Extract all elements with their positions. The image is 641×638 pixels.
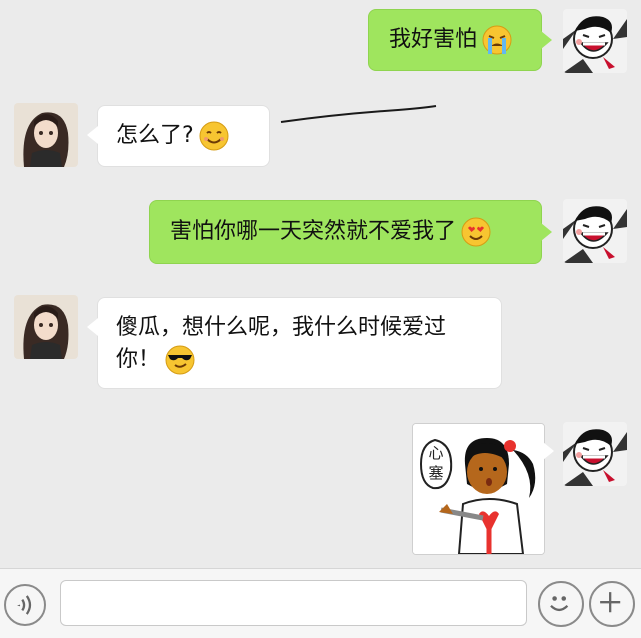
sunglasses-face-icon — [164, 344, 196, 376]
message-text-line2: 你！ — [116, 347, 161, 372]
sticker-text-1: 心 — [428, 444, 443, 462]
crying-face-icon — [481, 24, 513, 56]
emoji-icon[interactable] — [538, 581, 584, 627]
message-text: 我好害怕 — [389, 27, 478, 52]
bubble-tail — [87, 126, 98, 144]
other-message-bubble[interactable]: 怎么了? — [97, 105, 270, 167]
bubble-tail — [541, 223, 552, 241]
bubble-tail — [541, 31, 552, 49]
my-avatar[interactable] — [563, 422, 627, 486]
message-text: 怎么了? — [116, 123, 194, 148]
my-avatar[interactable] — [563, 199, 627, 263]
girl-stabbed-heart-sticker[interactable]: 心 塞 — [412, 423, 545, 555]
my-avatar[interactable] — [563, 9, 627, 73]
plus-icon[interactable] — [589, 581, 635, 627]
pen-scribble — [280, 105, 437, 123]
smiling-face-icon — [198, 120, 230, 152]
message-text: 害怕你哪一天突然就不爱我了 — [170, 219, 457, 244]
chat-message-list[interactable]: 我好害怕 怎么了? 害怕你哪一天突然就不爱我了 傻瓜，想什么呢，我什么时候爱过 … — [0, 0, 641, 568]
heart-eyes-face-icon — [460, 216, 492, 248]
bubble-tail — [543, 442, 554, 460]
message-input[interactable] — [60, 580, 527, 626]
input-bar — [0, 568, 641, 638]
my-message-bubble[interactable]: 我好害怕 — [368, 9, 542, 71]
other-avatar[interactable] — [14, 295, 78, 359]
message-text-line1: 傻瓜，想什么呢，我什么时候爱过 — [116, 315, 447, 340]
other-avatar[interactable] — [14, 103, 78, 167]
sticker-text-2: 塞 — [428, 464, 443, 482]
voice-icon[interactable] — [4, 584, 46, 626]
bubble-tail — [87, 318, 98, 336]
my-message-bubble[interactable]: 害怕你哪一天突然就不爱我了 — [149, 200, 542, 264]
other-message-bubble[interactable]: 傻瓜，想什么呢，我什么时候爱过 你！ — [97, 297, 502, 389]
